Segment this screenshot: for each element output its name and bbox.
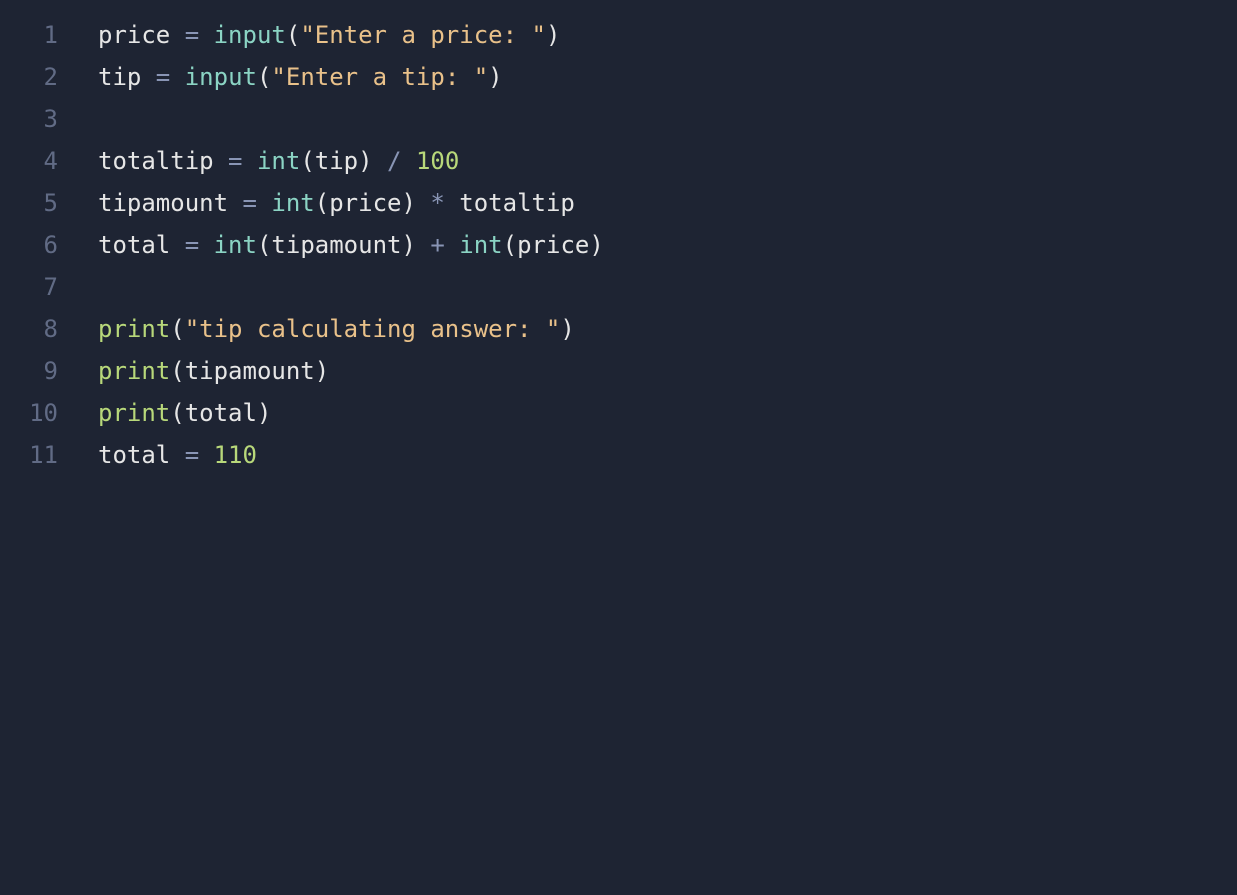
code-line[interactable]: print(total)	[98, 392, 1237, 434]
line-number: 3	[0, 98, 58, 140]
line-number: 2	[0, 56, 58, 98]
token-func: input	[214, 21, 286, 49]
token-op: =	[170, 441, 213, 469]
token-var: total	[98, 231, 170, 259]
token-var: price	[329, 189, 401, 217]
token-call: print	[98, 357, 170, 385]
token-punct: )	[401, 231, 415, 259]
line-number: 8	[0, 308, 58, 350]
token-op: *	[416, 189, 459, 217]
token-punct: (	[300, 147, 314, 175]
code-line[interactable]: print(tipamount)	[98, 350, 1237, 392]
token-punct: (	[170, 357, 184, 385]
token-call: print	[98, 399, 170, 427]
token-punct: (	[503, 231, 517, 259]
token-op: +	[416, 231, 459, 259]
code-line[interactable]: total = int(tipamount) + int(price)	[98, 224, 1237, 266]
token-func: input	[185, 63, 257, 91]
token-str: "Enter a tip: "	[271, 63, 488, 91]
token-call: print	[98, 315, 170, 343]
token-num: 110	[214, 441, 257, 469]
line-number: 9	[0, 350, 58, 392]
token-op: =	[141, 63, 184, 91]
token-var: totaltip	[459, 189, 575, 217]
token-str: "Enter a price: "	[300, 21, 546, 49]
line-number: 4	[0, 140, 58, 182]
token-punct: (	[286, 21, 300, 49]
code-editor[interactable]: 1234567891011 price = input("Enter a pri…	[0, 0, 1237, 476]
token-var: total	[98, 441, 170, 469]
token-punct: (	[170, 315, 184, 343]
code-line[interactable]: tipamount = int(price) * totaltip	[98, 182, 1237, 224]
token-punct: (	[170, 399, 184, 427]
token-punct: )	[589, 231, 603, 259]
token-punct: (	[315, 189, 329, 217]
token-punct: )	[257, 399, 271, 427]
line-number: 11	[0, 434, 58, 476]
token-func: int	[459, 231, 502, 259]
token-punct: )	[401, 189, 415, 217]
token-punct: )	[315, 357, 329, 385]
code-line[interactable]	[98, 98, 1237, 140]
code-line[interactable]: print("tip calculating answer: ")	[98, 308, 1237, 350]
token-op: /	[373, 147, 416, 175]
token-op: =	[170, 21, 213, 49]
code-line[interactable]: price = input("Enter a price: ")	[98, 14, 1237, 56]
token-punct: )	[560, 315, 574, 343]
token-op: =	[214, 147, 257, 175]
token-op: =	[228, 189, 271, 217]
token-str: "tip calculating answer: "	[185, 315, 561, 343]
line-number: 5	[0, 182, 58, 224]
line-number: 1	[0, 14, 58, 56]
line-number: 7	[0, 266, 58, 308]
token-op: =	[170, 231, 213, 259]
token-punct: )	[358, 147, 372, 175]
code-line[interactable]: tip = input("Enter a tip: ")	[98, 56, 1237, 98]
token-punct: (	[257, 231, 271, 259]
line-number: 6	[0, 224, 58, 266]
line-number: 10	[0, 392, 58, 434]
token-func: int	[271, 189, 314, 217]
token-func: int	[257, 147, 300, 175]
code-area[interactable]: price = input("Enter a price: ")tip = in…	[78, 14, 1237, 476]
line-number-gutter: 1234567891011	[0, 14, 78, 476]
token-punct: )	[488, 63, 502, 91]
token-var: tip	[315, 147, 358, 175]
token-var: price	[98, 21, 170, 49]
token-var: total	[185, 399, 257, 427]
code-line[interactable]: totaltip = int(tip) / 100	[98, 140, 1237, 182]
token-var: totaltip	[98, 147, 214, 175]
token-var: tipamount	[185, 357, 315, 385]
token-var: tipamount	[271, 231, 401, 259]
token-num: 100	[416, 147, 459, 175]
token-punct: )	[546, 21, 560, 49]
token-var: tip	[98, 63, 141, 91]
code-line[interactable]	[98, 266, 1237, 308]
token-var: tipamount	[98, 189, 228, 217]
code-line[interactable]: total = 110	[98, 434, 1237, 476]
token-func: int	[214, 231, 257, 259]
token-punct: (	[257, 63, 271, 91]
token-var: price	[517, 231, 589, 259]
